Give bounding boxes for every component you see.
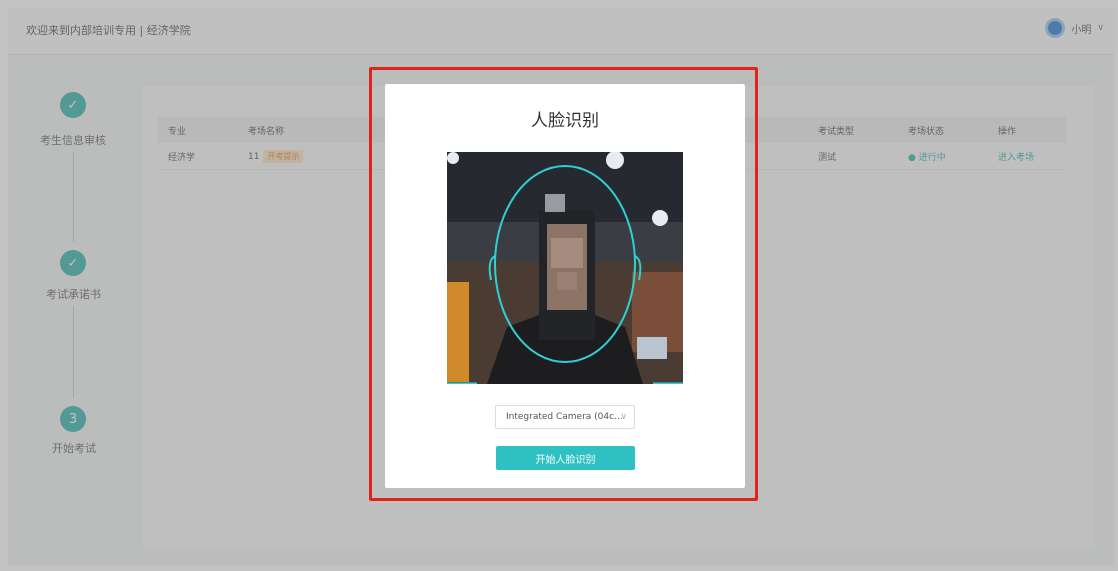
red-highlight-box — [369, 67, 758, 501]
